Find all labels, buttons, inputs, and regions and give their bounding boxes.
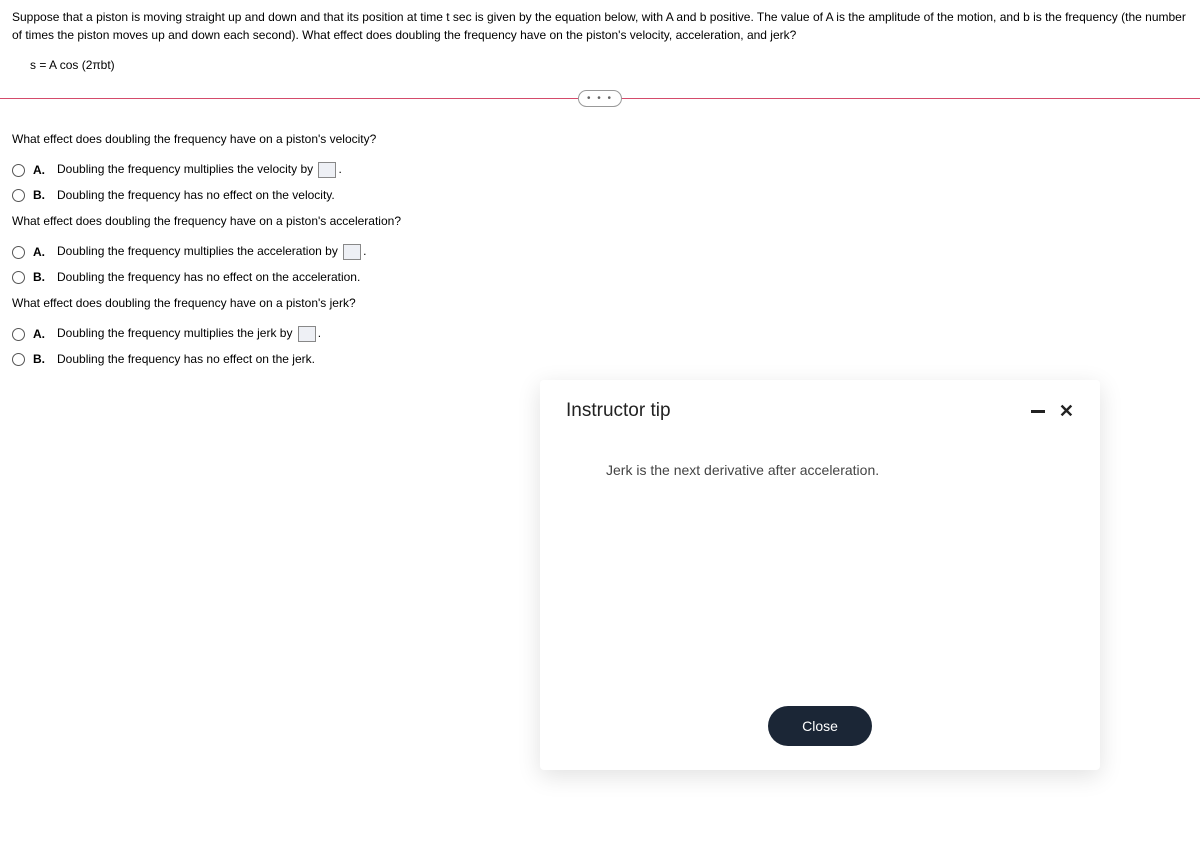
option-label: A. — [33, 245, 45, 259]
option-text: Doubling the frequency has no effect on … — [57, 188, 335, 202]
answer-input-box[interactable] — [343, 244, 361, 260]
instructor-tip-modal: Instructor tip ✕ Jerk is the next deriva… — [540, 380, 1100, 770]
velocity-option-b[interactable]: B. Doubling the frequency has no effect … — [0, 184, 1200, 208]
minimize-icon[interactable] — [1031, 410, 1045, 413]
acceleration-option-a[interactable]: A. Doubling the frequency multiplies the… — [0, 240, 1200, 266]
radio-icon[interactable] — [12, 353, 25, 366]
option-label: B. — [33, 352, 45, 366]
radio-icon[interactable] — [12, 271, 25, 284]
question-jerk: What effect does doubling the frequency … — [0, 290, 1200, 322]
option-label: B. — [33, 188, 45, 202]
option-text: Doubling the frequency multiplies the ac… — [57, 244, 367, 260]
question-acceleration: What effect does doubling the frequency … — [0, 208, 1200, 240]
option-label: A. — [33, 327, 45, 341]
radio-icon[interactable] — [12, 246, 25, 259]
modal-body: Jerk is the next derivative after accele… — [566, 422, 1074, 696]
answer-input-box[interactable] — [298, 326, 316, 342]
modal-controls: ✕ — [1031, 402, 1074, 420]
option-text: Doubling the frequency multiplies the ve… — [57, 162, 342, 178]
jerk-option-a[interactable]: A. Doubling the frequency multiplies the… — [0, 322, 1200, 348]
equation: s = A cos (2πbt) — [0, 48, 1200, 90]
close-icon[interactable]: ✕ — [1059, 402, 1074, 420]
jerk-option-b[interactable]: B. Doubling the frequency has no effect … — [0, 348, 1200, 372]
acceleration-option-b[interactable]: B. Doubling the frequency has no effect … — [0, 266, 1200, 290]
option-label: A. — [33, 163, 45, 177]
option-text: Doubling the frequency has no effect on … — [57, 352, 315, 366]
problem-statement: Suppose that a piston is moving straight… — [0, 0, 1200, 48]
option-text: Doubling the frequency has no effect on … — [57, 270, 360, 284]
option-text: Doubling the frequency multiplies the je… — [57, 326, 321, 342]
close-button[interactable]: Close — [768, 706, 872, 746]
radio-icon[interactable] — [12, 189, 25, 202]
question-velocity: What effect does doubling the frequency … — [0, 126, 1200, 158]
modal-footer: Close — [566, 696, 1074, 746]
expand-pill[interactable]: • • • — [578, 90, 622, 107]
radio-icon[interactable] — [12, 164, 25, 177]
velocity-option-a[interactable]: A. Doubling the frequency multiplies the… — [0, 158, 1200, 184]
section-divider: • • • — [0, 90, 1200, 106]
option-label: B. — [33, 270, 45, 284]
answer-input-box[interactable] — [318, 162, 336, 178]
modal-header: Instructor tip ✕ — [566, 400, 1074, 422]
radio-icon[interactable] — [12, 328, 25, 341]
modal-title: Instructor tip — [566, 400, 671, 422]
